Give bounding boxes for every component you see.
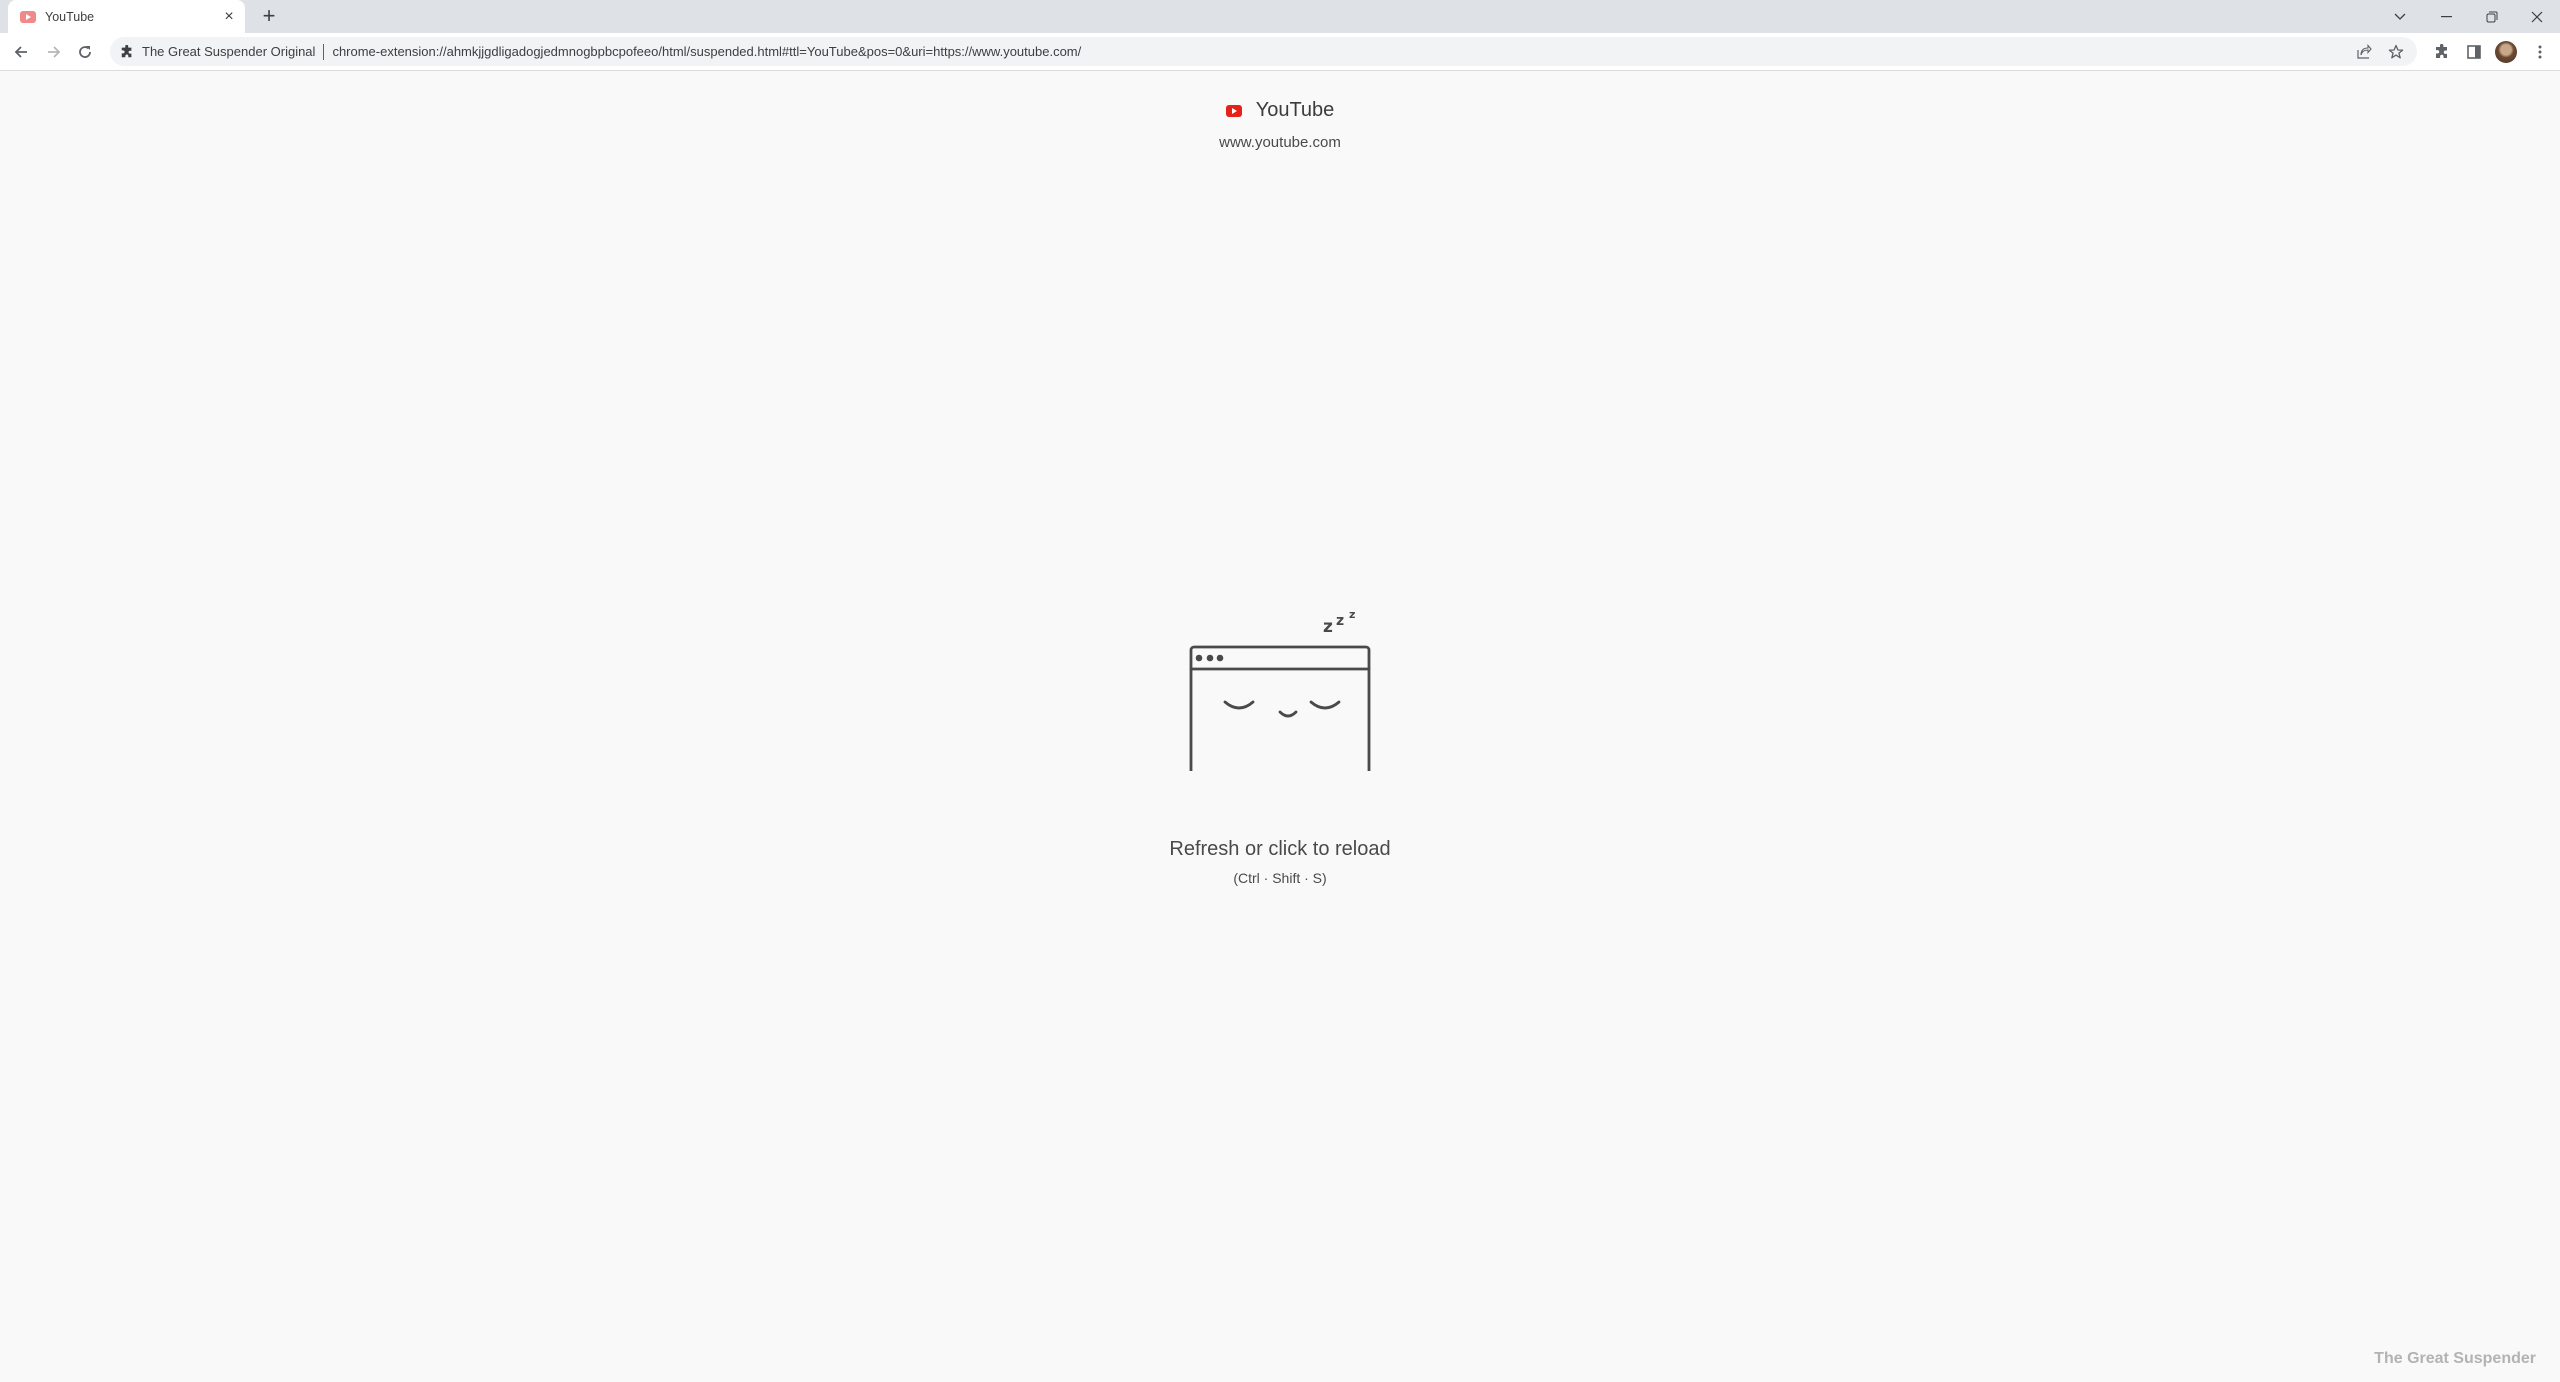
back-button[interactable] (8, 39, 34, 65)
minimize-icon (2440, 15, 2452, 17)
tab-youtube[interactable]: YouTube × (8, 0, 245, 33)
restore-button[interactable] (2469, 0, 2515, 33)
close-icon (2531, 11, 2543, 22)
reload-button[interactable] (72, 39, 98, 65)
bookmark-button[interactable] (2383, 39, 2409, 65)
address-bar[interactable]: The Great Suspender Original chrome-exte… (110, 37, 2417, 66)
tab-strip: YouTube × + (0, 0, 2560, 33)
puzzle-piece-icon (2436, 44, 2447, 58)
sleeping-window-icon: z z z (1189, 608, 1371, 771)
chevron-down-icon (2394, 13, 2406, 20)
share-icon (2357, 43, 2372, 59)
new-tab-button[interactable]: + (258, 5, 280, 28)
tab-search-button[interactable] (2377, 0, 2423, 33)
window-dot (1206, 654, 1214, 662)
suspended-tab-header: YouTube www.youtube.com (0, 99, 2560, 151)
side-panel-icon (2467, 45, 2481, 59)
mouth (1278, 710, 1298, 718)
zzz-letter: z (1336, 613, 1344, 629)
url-text[interactable]: chrome-extension://ahmkjjgdligadogjedmno… (332, 44, 1081, 59)
more-vert-icon (2538, 45, 2542, 59)
window-dot (1216, 654, 1224, 662)
suspended-page[interactable]: YouTube www.youtube.com z z z Refresh or… (0, 71, 2560, 1382)
left-closed-eye (1223, 700, 1255, 710)
window-dot (1195, 654, 1203, 662)
site-title-link[interactable]: YouTube (1225, 99, 1335, 122)
puzzle-piece-icon (121, 44, 132, 57)
browser-toolbar: The Great Suspender Original chrome-exte… (0, 33, 2560, 71)
reload-message[interactable]: Refresh or click to reload (0, 838, 2560, 861)
zzz-letter: z (1323, 617, 1333, 637)
reload-shortcut-hint: (Ctrl · Shift · S) (1233, 870, 1327, 886)
omnibox-actions (2351, 37, 2417, 66)
restore-icon (2486, 11, 2498, 22)
arrow-right-icon (48, 46, 61, 58)
minimize-button[interactable] (2423, 0, 2469, 33)
youtube-favicon-icon (20, 10, 36, 23)
profile-button[interactable] (2493, 39, 2519, 65)
forward-button[interactable] (41, 39, 67, 65)
star-icon (2388, 44, 2404, 58)
chrome-menu-button[interactable] (2527, 39, 2553, 65)
side-panel-button[interactable] (2461, 39, 2487, 65)
zzz-letter: z (1349, 608, 1355, 621)
tab-title: YouTube (45, 9, 95, 24)
omnibox-separator (323, 43, 325, 60)
reload-icon (79, 46, 91, 58)
arrow-left-icon (14, 46, 27, 58)
extensions-button[interactable] (2429, 39, 2455, 65)
site-url: www.youtube.com (1219, 134, 1341, 151)
close-window-button[interactable] (2514, 0, 2560, 33)
site-title: YouTube (1255, 99, 1335, 121)
window-frame (1189, 645, 1371, 771)
extension-origin-label: The Great Suspender Original (142, 44, 316, 59)
right-closed-eye (1309, 700, 1341, 710)
great-suspender-branding: The Great Suspender (2374, 1350, 2536, 1367)
close-tab-icon[interactable]: × (221, 8, 237, 25)
share-button[interactable] (2351, 39, 2377, 65)
youtube-favicon-icon (1225, 104, 1242, 117)
avatar (2495, 41, 2517, 63)
